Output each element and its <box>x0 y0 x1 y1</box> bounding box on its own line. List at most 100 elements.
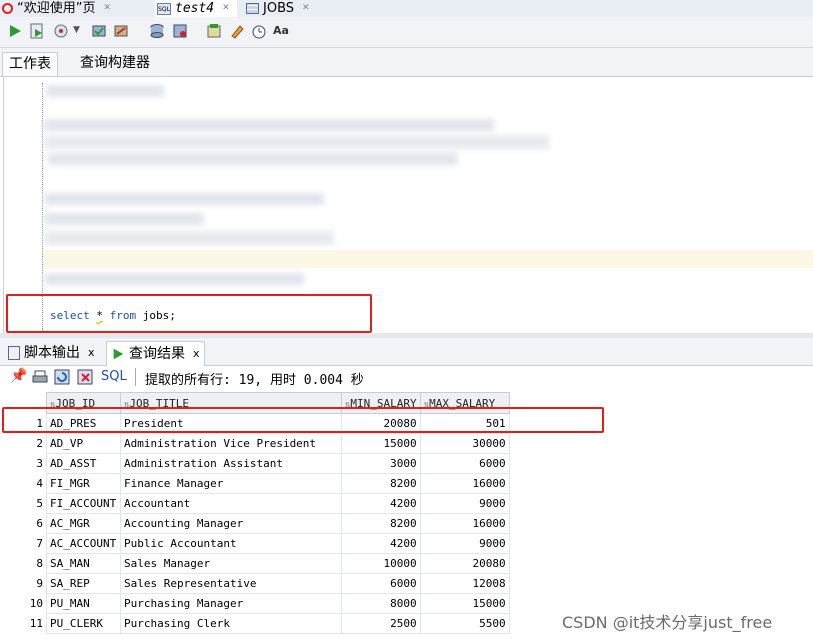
tab-label: “欢迎使用”页 <box>17 1 96 16</box>
cell-job-id[interactable]: AC_ACCOUNT <box>46 533 121 554</box>
cell-min-salary[interactable]: 4200 <box>341 493 421 514</box>
cell-max-salary[interactable]: 12008 <box>419 573 510 594</box>
cell-min-salary[interactable]: 10000 <box>341 553 421 574</box>
close-icon[interactable]: x <box>88 341 95 365</box>
cell-max-salary[interactable]: 6000 <box>419 453 510 474</box>
cell-min-salary[interactable]: 4200 <box>341 533 421 554</box>
print-icon[interactable] <box>32 369 48 385</box>
blurred-code <box>48 153 458 165</box>
cell-min-salary[interactable]: 15000 <box>341 433 421 454</box>
table-row[interactable]: 10 PU_MAN Purchasing Manager 8000 15000 <box>4 593 510 614</box>
blurred-code <box>44 193 324 205</box>
cell-job-title[interactable]: Accountant <box>120 493 342 514</box>
tab-jobs[interactable]: JOBS ✕ <box>244 0 314 17</box>
table-icon <box>246 3 259 14</box>
current-line-highlight <box>44 250 813 268</box>
close-icon[interactable]: ✕ <box>302 1 310 16</box>
cell-job-id[interactable]: AD_VP <box>46 433 121 454</box>
cell-min-salary[interactable]: 8200 <box>341 473 421 494</box>
chevron-down-icon[interactable]: ▼ <box>73 25 80 35</box>
tab-query-builder[interactable]: 查询构建器 <box>74 52 156 75</box>
table-row[interactable]: 3 AD_ASST Administration Assistant 3000 6000 <box>4 453 510 474</box>
table-row[interactable]: 4 FI_MGR Finance Manager 8200 16000 <box>4 473 510 494</box>
worksheet-tab-bar: 工作表 查询构建器 <box>0 48 813 77</box>
run-script-icon[interactable] <box>29 23 45 39</box>
close-icon[interactable]: x <box>193 342 200 366</box>
tab-label: 查询结果 <box>129 346 185 362</box>
rollback-icon[interactable] <box>113 23 129 39</box>
cell-max-salary[interactable]: 15000 <box>419 593 510 614</box>
close-icon[interactable]: ✕ <box>222 1 230 16</box>
result-tab-bar: 脚本输出 x 查询结果 x <box>0 338 813 366</box>
cell-job-id[interactable]: PU_MAN <box>46 593 121 614</box>
script-output-icon <box>8 346 20 360</box>
table-row[interactable]: 6 AC_MGR Accounting Manager 8200 16000 <box>4 513 510 534</box>
cell-min-salary[interactable]: 8200 <box>341 513 421 534</box>
cell-job-id[interactable]: SA_REP <box>46 573 121 594</box>
cell-min-salary[interactable]: 2500 <box>341 613 421 634</box>
database-icon[interactable] <box>149 23 165 39</box>
table-row[interactable]: 2 AD_VP Administration Vice President 15000… <box>4 433 510 454</box>
refresh-icon[interactable] <box>54 369 70 385</box>
cell-job-title[interactable]: Purchasing Clerk <box>120 613 342 634</box>
row-number: 2 <box>4 433 47 454</box>
sql-history-icon[interactable] <box>206 23 222 39</box>
table-row[interactable]: 7 AC_ACCOUNT Public Accountant 4200 9000 <box>4 533 510 554</box>
blurred-code <box>44 213 204 225</box>
autotrace-icon[interactable] <box>53 23 69 39</box>
commit-icon[interactable] <box>91 23 107 39</box>
cell-job-title[interactable]: Sales Manager <box>120 553 342 574</box>
cell-job-title[interactable]: Public Accountant <box>120 533 342 554</box>
table-row[interactable]: 11 PU_CLERK Purchasing Clerk 2500 5500 <box>4 613 510 634</box>
tab-label: 脚本输出 <box>24 345 80 361</box>
cell-job-id[interactable]: FI_ACCOUNT <box>46 493 121 514</box>
row-number: 8 <box>4 553 47 574</box>
spell-check-icon[interactable]: Aa <box>273 24 289 37</box>
cell-max-salary[interactable]: 20080 <box>419 553 510 574</box>
cell-job-id[interactable]: SA_MAN <box>46 553 121 574</box>
tab-welcome-page[interactable]: “欢迎使用”页 ✕ <box>0 0 135 17</box>
cell-job-title[interactable]: Accounting Manager <box>120 513 342 534</box>
cell-job-title[interactable]: Finance Manager <box>120 473 342 494</box>
cell-job-title[interactable]: Sales Representative <box>120 573 342 594</box>
clear-icon[interactable] <box>229 23 245 39</box>
run-statement-icon[interactable] <box>7 23 23 39</box>
blurred-code <box>44 273 304 285</box>
table-row[interactable]: 9 SA_REP Sales Representative 6000 12008 <box>4 573 510 594</box>
table-row[interactable]: 8 SA_MAN Sales Manager 10000 20080 <box>4 553 510 574</box>
run-icon <box>113 348 124 360</box>
table-row[interactable]: 5 FI_ACCOUNT Accountant 4200 9000 <box>4 493 510 514</box>
cell-max-salary[interactable]: 30000 <box>419 433 510 454</box>
tab-test4[interactable]: SQL test4 ✕ <box>155 0 237 17</box>
cell-max-salary[interactable]: 9000 <box>419 493 510 514</box>
tab-query-result[interactable]: 查询结果 x <box>106 341 205 366</box>
cell-max-salary[interactable]: 9000 <box>419 533 510 554</box>
cell-job-id[interactable]: PU_CLERK <box>46 613 121 634</box>
tab-worksheet[interactable]: 工作表 <box>2 52 58 76</box>
cell-min-salary[interactable]: 8000 <box>341 593 421 614</box>
blurred-code <box>44 135 549 149</box>
cell-max-salary[interactable]: 5500 <box>419 613 510 634</box>
tab-script-output[interactable]: 脚本输出 x <box>4 341 99 365</box>
cell-min-salary[interactable]: 3000 <box>341 453 421 474</box>
cell-job-title[interactable]: Administration Assistant <box>120 453 342 474</box>
cell-job-id[interactable]: AC_MGR <box>46 513 121 534</box>
pin-icon[interactable]: 📌 <box>10 368 27 384</box>
cell-job-title[interactable]: Purchasing Manager <box>120 593 342 614</box>
format-icon[interactable] <box>251 23 267 39</box>
cell-job-id[interactable]: AD_ASST <box>46 453 121 474</box>
cell-max-salary[interactable]: 16000 <box>419 473 510 494</box>
blurred-code <box>44 119 494 131</box>
cell-job-title[interactable]: Administration Vice President <box>120 433 342 454</box>
cell-job-id[interactable]: FI_MGR <box>46 473 121 494</box>
sql-tuning-icon[interactable] <box>172 23 188 39</box>
cell-max-salary[interactable]: 16000 <box>419 513 510 534</box>
close-icon[interactable]: ✕ <box>103 1 111 16</box>
row-number: 10 <box>4 593 47 614</box>
sql-button[interactable]: SQL <box>101 369 127 384</box>
row-number: 5 <box>4 493 47 514</box>
row-number: 11 <box>4 613 47 634</box>
cancel-fetch-icon[interactable] <box>77 369 93 385</box>
main-toolbar: ▼ Aa <box>0 17 813 48</box>
cell-min-salary[interactable]: 6000 <box>341 573 421 594</box>
